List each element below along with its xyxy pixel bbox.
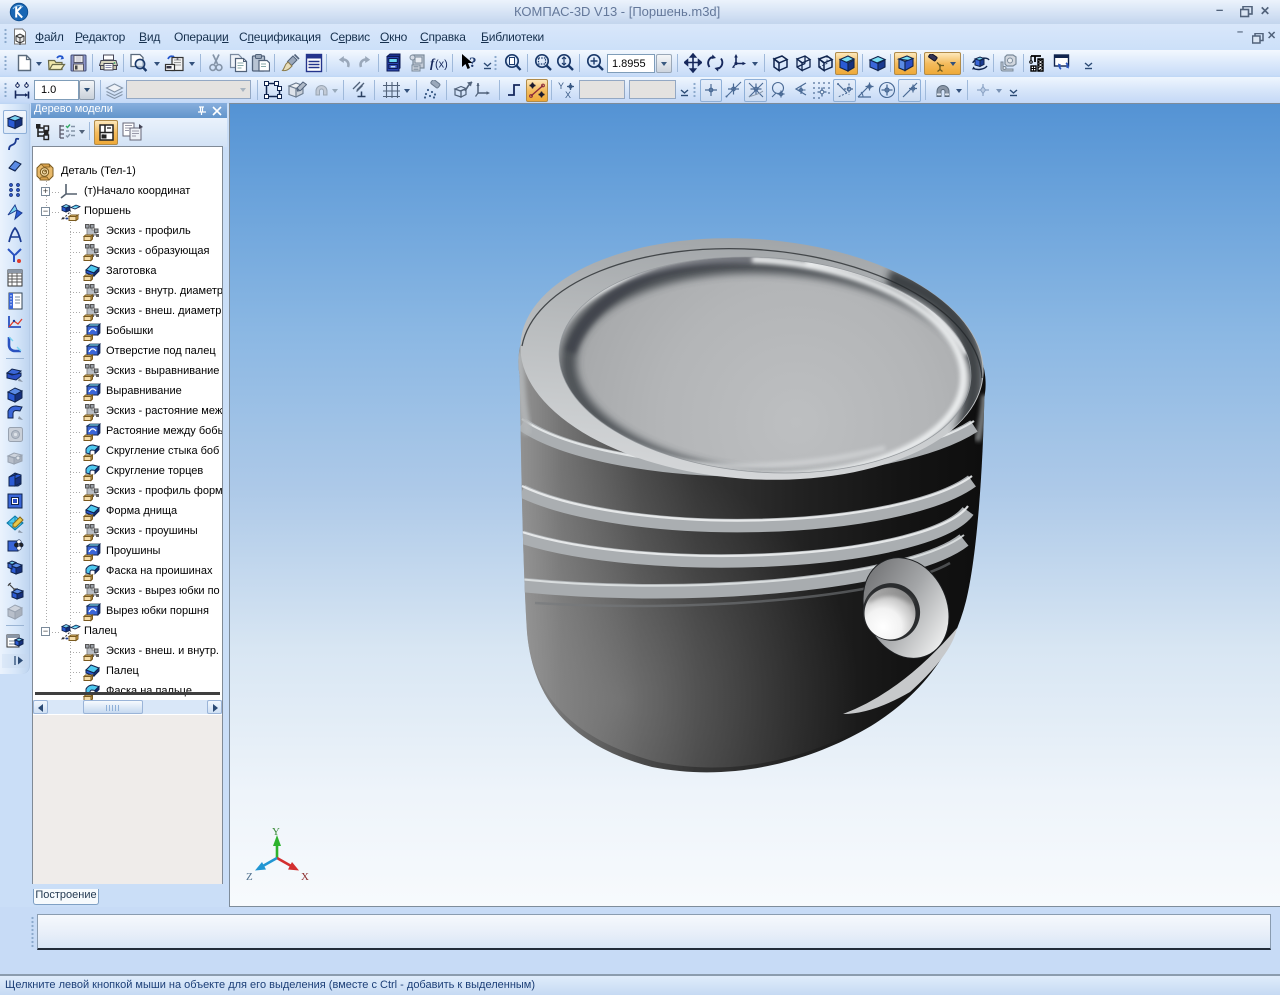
svg-text:Y: Y [558,81,564,91]
svg-text:(x): (x) [435,59,448,71]
svg-text:Z: Z [246,871,253,883]
svg-text:Y: Y [272,826,280,838]
svg-text:X: X [565,90,571,100]
svg-text:?: ? [469,55,477,71]
svg-text:X: X [301,871,309,883]
